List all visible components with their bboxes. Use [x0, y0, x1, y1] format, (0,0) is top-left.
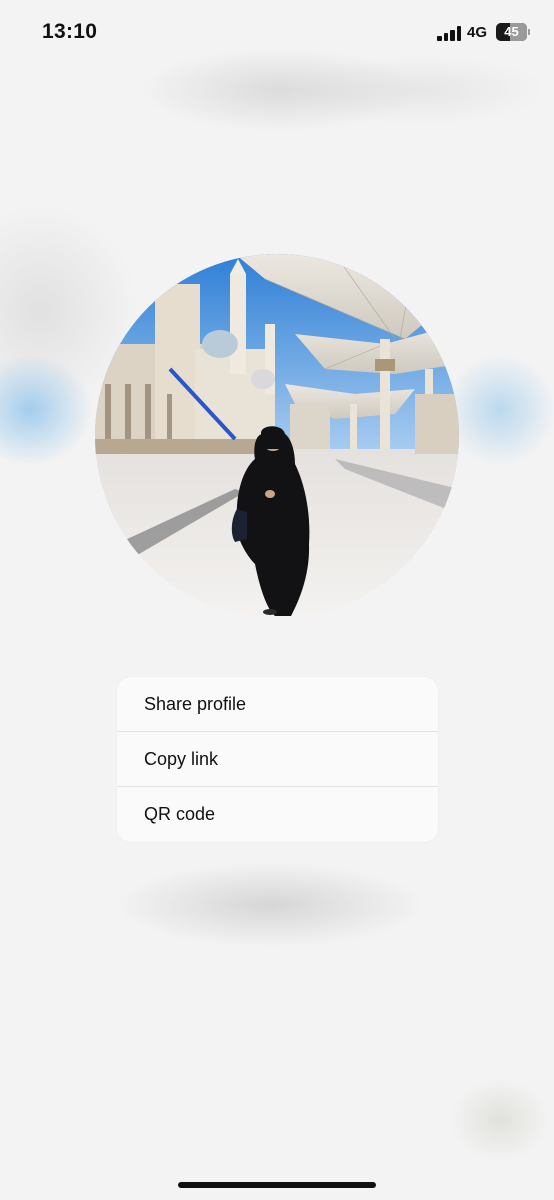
profile-avatar	[95, 254, 459, 618]
copy-link-item[interactable]: Copy link	[117, 732, 438, 787]
battery-icon: 45	[496, 23, 527, 41]
cellular-signal-icon	[437, 26, 463, 41]
qr-code-item[interactable]: QR code	[117, 787, 438, 842]
status-time: 13:10	[42, 20, 98, 43]
battery-percent: 45	[504, 24, 519, 39]
home-indicator[interactable]	[178, 1182, 376, 1188]
network-type: 4G	[467, 24, 488, 41]
status-bar: 13:10 4G 45	[0, 0, 554, 66]
battery-tip	[528, 29, 530, 35]
share-profile-item[interactable]: Share profile	[117, 677, 438, 732]
share-menu: Share profile Copy link QR code	[117, 677, 438, 842]
